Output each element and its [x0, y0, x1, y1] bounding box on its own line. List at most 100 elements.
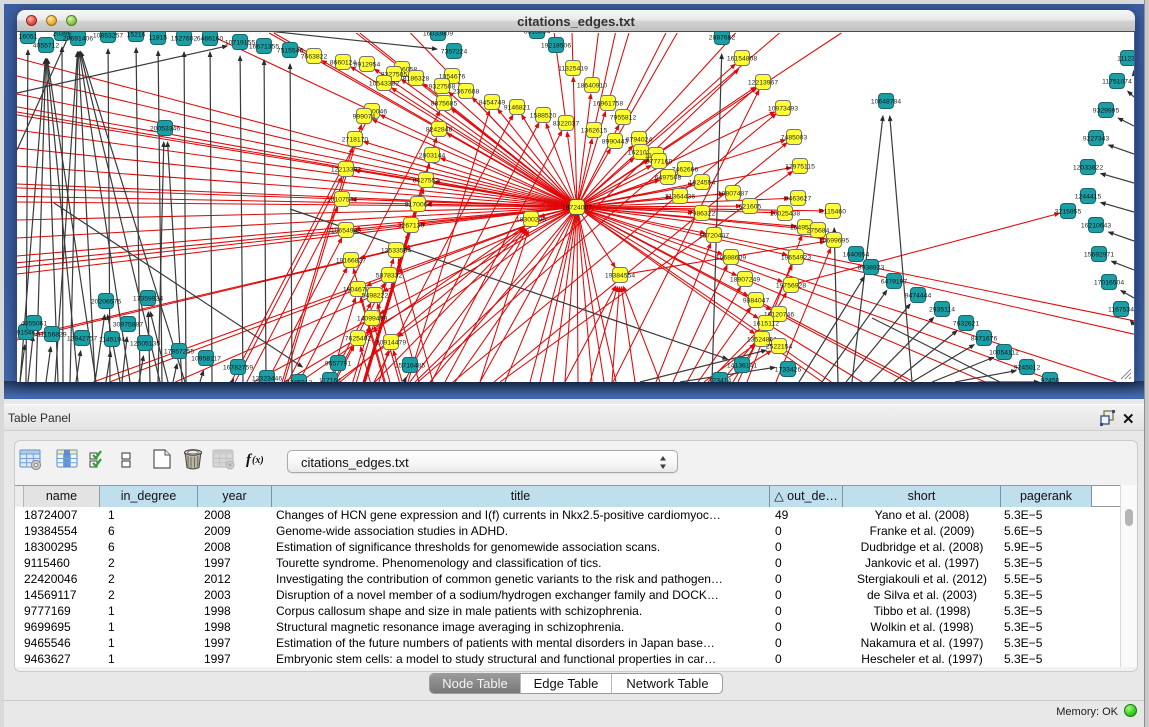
svg-text:6466160: 6466160: [197, 36, 224, 43]
svg-text:17957255: 17957255: [164, 349, 194, 356]
svg-text:10025438: 10025438: [770, 211, 800, 218]
svg-text:8660124: 8660124: [330, 60, 357, 67]
svg-text:1362615: 1362615: [581, 128, 608, 135]
svg-text:8912954: 8912954: [354, 62, 381, 69]
svg-text:17359924: 17359924: [133, 296, 163, 303]
svg-text:16671355: 16671355: [249, 44, 279, 51]
svg-text:16033809: 16033809: [423, 32, 453, 38]
svg-text:14136141: 14136141: [727, 363, 757, 370]
svg-text:4055712: 4055712: [33, 43, 60, 50]
svg-text:7986322: 7986322: [689, 211, 716, 218]
svg-text:19166827: 19166827: [336, 258, 366, 265]
svg-text:13533594: 13533594: [381, 248, 411, 255]
svg-text:9777169: 9777169: [646, 159, 673, 166]
svg-text:10688609: 10688609: [716, 255, 746, 262]
svg-text:19756928: 19756928: [776, 283, 806, 290]
svg-text:20053346: 20053346: [150, 126, 180, 133]
svg-text:7515546: 7515546: [277, 48, 304, 55]
svg-text:7485003: 7485003: [781, 135, 808, 142]
svg-text:7955812: 7955812: [610, 115, 637, 122]
svg-text:21364436: 21364436: [665, 194, 695, 201]
svg-text:1244415: 1244415: [1075, 194, 1102, 201]
svg-text:14099489: 14099489: [357, 316, 387, 323]
svg-text:11156829: 11156829: [37, 332, 66, 339]
svg-text:8242848: 8242848: [426, 127, 453, 134]
svg-text:15716485: 15716485: [395, 363, 425, 370]
svg-text:11325419: 11325419: [558, 66, 588, 73]
svg-text:5498222: 5498222: [362, 293, 389, 300]
svg-text:9227343: 9227343: [1083, 136, 1110, 143]
svg-text:8938923: 8938923: [858, 265, 885, 272]
svg-text:(x): (x): [252, 455, 264, 466]
svg-text:7357224: 7357224: [441, 49, 468, 56]
svg-text:15692971: 15692971: [1084, 252, 1114, 259]
svg-text:9329995: 9329995: [1093, 108, 1120, 115]
svg-text:2522154: 2522154: [766, 344, 793, 351]
svg-text:1588520: 1588520: [530, 113, 557, 120]
svg-text:2367608: 2367608: [453, 89, 480, 96]
svg-text:10699695: 10699695: [819, 238, 849, 245]
svg-text:10958117: 10958117: [191, 356, 221, 363]
svg-text:6497508: 6497508: [655, 175, 682, 182]
svg-text:18907249: 18907249: [730, 277, 760, 284]
svg-text:117164: 117164: [319, 378, 341, 382]
svg-text:621605: 621605: [739, 204, 762, 211]
svg-text:16051: 16051: [19, 34, 38, 41]
svg-text:9115460: 9115460: [820, 209, 846, 216]
svg-text:8322037: 8322037: [553, 121, 580, 128]
svg-text:16782759: 16782759: [223, 365, 253, 372]
svg-text:12213967: 12213967: [748, 80, 778, 87]
svg-text:1733426: 1733426: [775, 367, 802, 374]
svg-text:16210643: 16210643: [1081, 223, 1111, 230]
svg-text:9463627: 9463627: [785, 196, 812, 203]
svg-text:8471676: 8471676: [971, 336, 998, 343]
svg-text:3215955: 3215955: [1055, 209, 1082, 216]
svg-text:18640910: 18640910: [577, 83, 607, 90]
svg-text:12033822: 12033822: [1073, 165, 1103, 172]
svg-text:9170064: 9170064: [405, 202, 432, 209]
svg-text:19654923: 19654923: [781, 255, 811, 262]
svg-text:12942757: 12942757: [67, 336, 97, 343]
svg-text:10914479: 10914479: [376, 340, 406, 347]
svg-text:8813054: 8813054: [524, 32, 551, 36]
svg-text:9327508: 9327508: [429, 84, 456, 91]
svg-text:6794024: 6794024: [626, 137, 653, 144]
svg-text:19384554: 19384554: [605, 273, 635, 280]
svg-text:3267130: 3267130: [398, 223, 425, 230]
svg-text:2803144: 2803144: [419, 153, 446, 160]
svg-text:2887682: 2887682: [709, 35, 736, 42]
svg-text:10973493: 10973493: [768, 106, 798, 113]
svg-text:8454749: 8454749: [479, 100, 506, 107]
svg-text:19218506: 19218506: [541, 43, 571, 50]
svg-text:1615112: 1615112: [753, 321, 779, 328]
svg-text:17016504: 17016504: [1094, 280, 1124, 287]
svg-text:20206576: 20206576: [91, 299, 121, 306]
svg-text:10654983: 10654983: [331, 228, 361, 235]
svg-text:275684: 275684: [807, 228, 830, 235]
svg-text:11751074: 11751074: [1102, 79, 1132, 86]
svg-text:30975887: 30975887: [113, 322, 143, 329]
svg-text:8186328: 8186328: [403, 76, 430, 83]
svg-text:7663822: 7663822: [301, 54, 328, 61]
svg-text:9657791: 9657791: [325, 361, 352, 368]
svg-text:999074: 999074: [353, 114, 376, 121]
svg-text:9245012: 9245012: [1014, 365, 1041, 372]
svg-text:7625402: 7625402: [345, 336, 372, 343]
svg-text:11815: 11815: [149, 35, 168, 42]
svg-text:9245012: 9245012: [286, 380, 313, 382]
svg-text:2718170: 2718170: [342, 137, 369, 144]
svg-text:111234: 111234: [1117, 56, 1134, 63]
svg-text:92450: 92450: [1041, 378, 1060, 382]
svg-text:12505135: 12505135: [130, 341, 160, 348]
svg-text:4055061: 4055061: [21, 321, 48, 328]
svg-text:15216: 15216: [127, 32, 146, 39]
svg-text:1145194: 1145194: [99, 337, 125, 344]
svg-text:6479197: 6479197: [881, 279, 908, 286]
svg-text:1640954: 1640954: [843, 252, 870, 259]
svg-text:10107544: 10107544: [327, 197, 357, 204]
svg-text:8875685: 8875685: [431, 101, 458, 108]
svg-text:10648784: 10648784: [871, 99, 901, 106]
svg-text:10807487: 10807487: [718, 191, 748, 198]
svg-text:9146821: 9146821: [504, 105, 531, 112]
svg-text:9884047: 9884047: [743, 298, 770, 305]
